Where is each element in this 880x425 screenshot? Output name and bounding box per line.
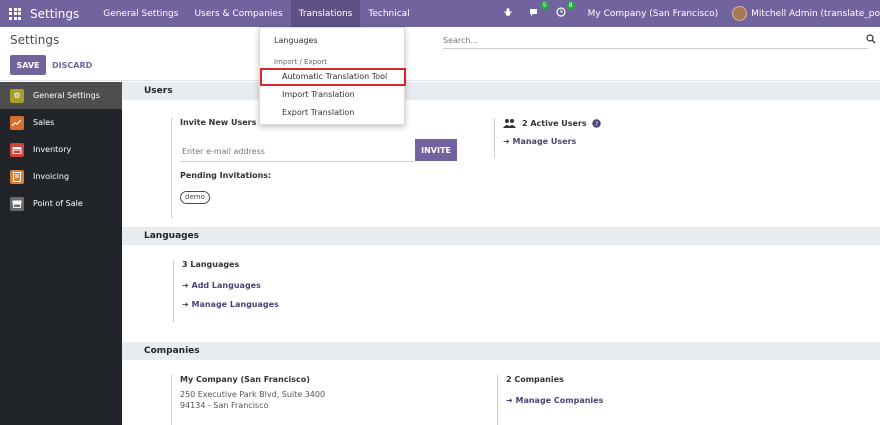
sidebar-item-point-of-sale[interactable]: Point of Sale: [0, 190, 122, 217]
add-languages-link[interactable]: ➜ Add Languages: [182, 281, 279, 290]
invite-button[interactable]: INVITE: [415, 139, 457, 161]
dropdown-item-export-translation[interactable]: Export Translation: [260, 108, 406, 117]
active-users-count: 2 Active Users: [522, 118, 587, 128]
section-languages-header: Languages: [122, 227, 880, 245]
sidebar-item-invoicing[interactable]: Invoicing: [0, 163, 122, 190]
navbar-systray: 5 8 My Company (San Francisco) Mitchell …: [495, 0, 880, 27]
arrow-right-icon: ➜: [182, 300, 192, 309]
activity-clock-icon[interactable]: 8: [556, 1, 575, 20]
chat-icon[interactable]: 5: [529, 1, 549, 20]
user-name: Mitchell Admin (translate_po: [751, 8, 880, 19]
save-button[interactable]: SAVE: [10, 55, 46, 75]
arrow-right-icon: ➜: [182, 281, 192, 290]
invite-label: Invite New Users: [180, 118, 257, 127]
menu-translations[interactable]: Translations: [290, 0, 361, 27]
chat-badge: 5: [540, 1, 549, 10]
activity-badge: 8: [566, 1, 575, 10]
inventory-box-icon: [10, 142, 24, 157]
company-block: My Company (San Francisco) 250 Executive…: [171, 375, 325, 425]
sidebar-item-inventory[interactable]: Inventory: [0, 136, 122, 163]
sidebar-item-general-settings[interactable]: ⚙ General Settings: [0, 82, 122, 109]
manage-companies-link[interactable]: ➜ Manage Companies: [506, 396, 603, 405]
languages-count: 3 Languages: [182, 260, 240, 269]
company-name: My Company (San Francisco): [180, 375, 310, 384]
user-menu[interactable]: Mitchell Admin (translate_po: [732, 6, 880, 21]
help-icon[interactable]: ?: [591, 118, 601, 128]
arrow-right-icon: ➜: [506, 396, 516, 405]
company-address-line1: 250 Executive Park Blvd, Suite 3400: [180, 390, 326, 399]
page-title: Settings: [10, 33, 60, 47]
menu-technical[interactable]: Technical: [360, 0, 417, 27]
languages-block: 3 Languages ➜ Add Languages ➜ Manage Lan…: [173, 260, 279, 322]
dropdown-item-languages[interactable]: Languages: [260, 36, 406, 45]
apps-grid-icon: [9, 7, 21, 20]
sidebar-item-label: Invoicing: [33, 172, 70, 181]
companies-count: 2 Companies: [506, 375, 564, 384]
sidebar-item-label: Sales: [33, 118, 55, 127]
active-users-block: 2 Active Users ? ➜ Manage Users: [494, 118, 601, 158]
sidebar-item-label: Inventory: [33, 145, 72, 154]
section-users-header: Users: [122, 82, 880, 100]
settings-main: Users Invite New Users INVITE Pending In…: [122, 82, 880, 425]
menu-users-companies[interactable]: Users & Companies: [186, 0, 290, 27]
control-panel: Settings SAVE DISCARD: [0, 27, 880, 81]
arrow-right-icon: ➜: [503, 137, 513, 146]
sales-chart-icon: [10, 115, 24, 130]
bug-icon[interactable]: [503, 7, 513, 20]
translations-dropdown: Languages Import / Export Automatic Tran…: [259, 27, 406, 125]
search-input[interactable]: [443, 33, 868, 49]
top-navbar: Settings General Settings Users & Compan…: [0, 0, 880, 27]
app-brand[interactable]: Settings: [30, 7, 79, 21]
apps-menu-button[interactable]: [0, 0, 30, 27]
pending-invitations-label: Pending Invitations:: [180, 171, 272, 180]
gear-icon: ⚙: [10, 88, 24, 103]
discard-button[interactable]: DISCARD: [52, 55, 92, 75]
settings-sidebar: ⚙ General Settings Sales Inventory Invoi…: [0, 82, 122, 425]
dropdown-header-import-export: Import / Export: [274, 58, 327, 66]
sidebar-item-sales[interactable]: Sales: [0, 109, 122, 136]
invoice-icon: [10, 169, 24, 184]
email-field[interactable]: [180, 142, 414, 162]
manage-users-link[interactable]: ➜ Manage Users: [503, 137, 601, 146]
dropdown-item-automatic-translation-tool[interactable]: Automatic Translation Tool: [260, 72, 406, 81]
pending-invitation-pill[interactable]: demo: [180, 191, 210, 204]
menu-general-settings[interactable]: General Settings: [95, 0, 186, 27]
users-group-icon: [503, 119, 516, 128]
svg-text:?: ?: [594, 119, 597, 127]
search-icon[interactable]: [866, 34, 876, 44]
company-switcher[interactable]: My Company (San Francisco): [588, 9, 718, 19]
companies-count-block: 2 Companies ➜ Manage Companies: [497, 375, 603, 425]
sidebar-item-label: Point of Sale: [33, 199, 83, 208]
sidebar-item-label: General Settings: [33, 91, 100, 100]
avatar: [732, 6, 748, 21]
manage-languages-link[interactable]: ➜ Manage Languages: [182, 300, 279, 309]
pos-store-icon: [10, 196, 24, 211]
dropdown-item-import-translation[interactable]: Import Translation: [260, 90, 406, 99]
section-companies-header: Companies: [122, 342, 880, 360]
company-address-line2: 94134 - San Francisco: [180, 401, 269, 410]
